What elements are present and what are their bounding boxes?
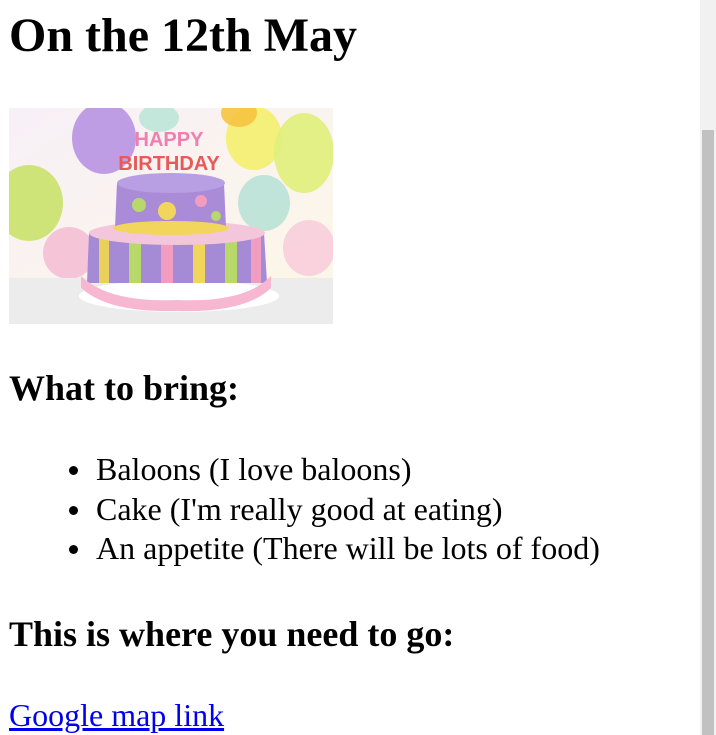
bring-item-text: An appetite (There will be lots of food) xyxy=(96,530,600,566)
directions-heading: This is where you need to go: xyxy=(9,614,455,654)
bring-item-text: Cake (I'm really good at eating) xyxy=(96,490,503,527)
bring-list-item: Cake (I'm really good at eating) xyxy=(0,490,600,530)
bring-list: Baloons (I love baloons) Cake (I'm reall… xyxy=(0,450,600,569)
bring-list-item: Baloons (I love baloons) xyxy=(0,450,600,490)
page-title: On the 12th May xyxy=(9,9,357,62)
bullet-icon xyxy=(69,545,78,554)
bullet-icon xyxy=(69,466,78,475)
topper-line2-text: BIRTHDAY xyxy=(118,153,220,175)
topper-line1-text: HAPPY xyxy=(135,129,205,151)
bring-list-item: An appetite (There will be lots of food) xyxy=(0,529,600,569)
page-content: On the 12th May HAPPY BIRTHDAY What to b… xyxy=(0,0,700,735)
bring-item-text: Baloons (I love baloons) xyxy=(96,451,412,487)
scrollbar-thumb[interactable] xyxy=(702,130,714,735)
birthday-cake-illustration: HAPPY BIRTHDAY xyxy=(9,108,333,324)
vertical-scrollbar[interactable] xyxy=(700,0,716,735)
birthday-cake-image: HAPPY BIRTHDAY xyxy=(9,108,333,324)
google-map-link[interactable]: Google map link xyxy=(9,695,224,735)
bring-heading: What to bring: xyxy=(9,368,240,408)
bullet-icon xyxy=(69,505,78,515)
